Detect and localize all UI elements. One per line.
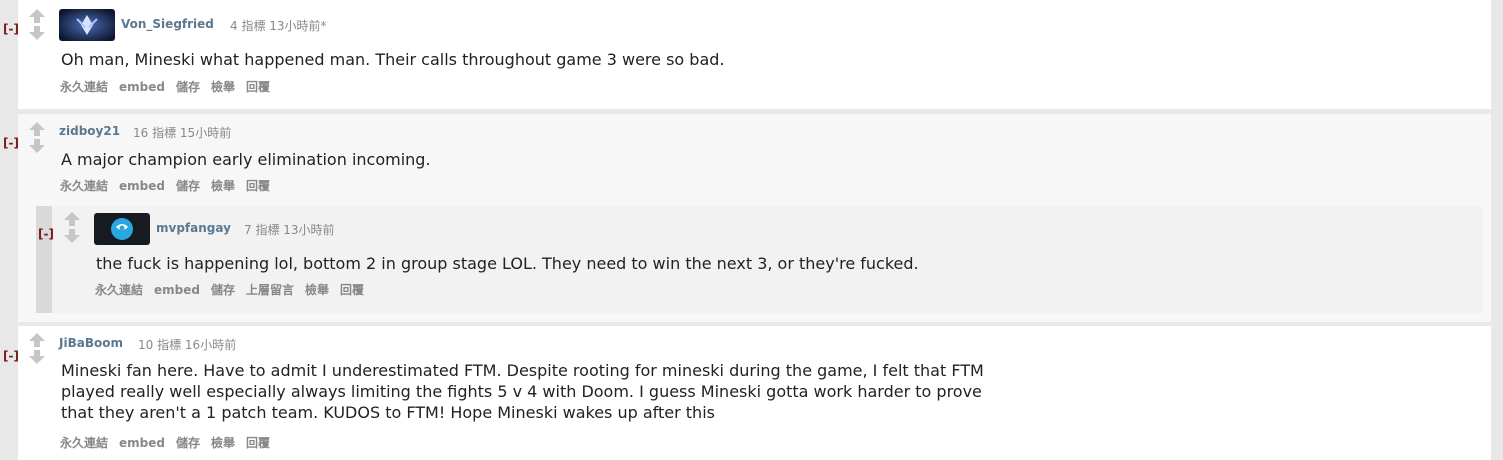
vote-controls <box>27 8 47 41</box>
vote-controls <box>27 121 47 154</box>
comment-body: A major champion early elimination incom… <box>61 150 431 169</box>
comment-body-line: played really well especially always lim… <box>61 382 982 401</box>
comment-author[interactable]: Von_Siegfried <box>121 17 214 31</box>
comment-author[interactable]: mvpfangay <box>156 221 231 235</box>
comment-time: 13小時前 <box>283 223 335 237</box>
comment-time: 16小時前 <box>184 338 237 352</box>
reply-link[interactable]: 回覆 <box>246 80 270 94</box>
comment-body: the fuck is happening lol, bottom 2 in g… <box>96 254 919 273</box>
vote-controls <box>62 211 82 244</box>
upvote-arrow-icon[interactable] <box>62 211 82 227</box>
reply-link[interactable]: 回覆 <box>340 283 364 297</box>
downvote-arrow-icon[interactable] <box>27 138 47 154</box>
comment-points: 16 指標 <box>133 126 177 140</box>
collapse-toggle[interactable]: [-] <box>3 349 19 363</box>
save-link[interactable]: 儲存 <box>211 283 235 297</box>
comment-actions: 永久連結 embed 儲存 檢舉 回覆 <box>60 434 281 451</box>
avatar[interactable] <box>94 213 150 245</box>
comment-body-line: Mineski fan here. Have to admit I undere… <box>61 361 984 380</box>
embed-link[interactable]: embed <box>154 283 200 297</box>
permalink-link[interactable]: 永久連結 <box>60 179 108 193</box>
comment-body-line: that they aren't a 1 patch team. KUDOS t… <box>61 403 715 422</box>
save-link[interactable]: 儲存 <box>176 179 200 193</box>
downvote-arrow-icon[interactable] <box>27 25 47 41</box>
report-link[interactable]: 檢舉 <box>305 283 329 297</box>
report-link[interactable]: 檢舉 <box>211 80 235 94</box>
comment-body: Oh man, Mineski what happened man. Their… <box>61 50 725 69</box>
user-avatar-image <box>94 213 150 245</box>
collapse-toggle[interactable]: [-] <box>3 136 19 150</box>
upvote-arrow-icon[interactable] <box>27 121 47 137</box>
comment: [-] zidboy21 16 指標 15小時前 A major champio… <box>0 114 1503 322</box>
reply-comment: [-] mvpfangay 7 指標 13小時前 the fuck is hap… <box>38 206 1483 313</box>
thread-line[interactable] <box>36 206 52 313</box>
comment-points: 4 指標 <box>230 19 266 33</box>
comment-body: Mineski fan here. Have to admit I undere… <box>61 360 1001 423</box>
vote-controls <box>27 332 47 365</box>
save-link[interactable]: 儲存 <box>176 80 200 94</box>
report-link[interactable]: 檢舉 <box>211 179 235 193</box>
comment-actions: 永久連結 embed 儲存 上層留言 檢舉 回覆 <box>95 281 375 298</box>
parent-link[interactable]: 上層留言 <box>246 283 294 297</box>
comment-points: 7 指標 <box>244 223 280 237</box>
report-link[interactable]: 檢舉 <box>211 436 235 450</box>
comment-meta: 4 指標 13小時前* <box>230 17 327 34</box>
comment-meta: 7 指標 13小時前 <box>244 221 335 238</box>
collapse-toggle[interactable]: [-] <box>3 22 19 36</box>
upvote-arrow-icon[interactable] <box>27 332 47 348</box>
embed-link[interactable]: embed <box>119 80 165 94</box>
collapse-toggle[interactable]: [-] <box>38 227 54 241</box>
comment-points: 10 指標 <box>138 338 182 352</box>
upvote-arrow-icon[interactable] <box>27 8 47 24</box>
permalink-link[interactable]: 永久連結 <box>60 436 108 450</box>
comment-actions: 永久連結 embed 儲存 檢舉 回覆 <box>60 78 281 95</box>
user-avatar-image <box>59 9 115 41</box>
comment-time: 13小時前* <box>269 19 327 33</box>
comment-author[interactable]: zidboy21 <box>59 124 120 138</box>
reply-link[interactable]: 回覆 <box>246 436 270 450</box>
save-link[interactable]: 儲存 <box>176 436 200 450</box>
downvote-arrow-icon[interactable] <box>27 349 47 365</box>
avatar[interactable] <box>59 9 115 41</box>
downvote-arrow-icon[interactable] <box>62 228 82 244</box>
comment-meta: 16 指標 15小時前 <box>133 124 231 141</box>
comment-meta: 10 指標 16小時前 <box>138 336 236 353</box>
permalink-link[interactable]: 永久連結 <box>60 80 108 94</box>
comment-actions: 永久連結 embed 儲存 檢舉 回覆 <box>60 177 281 194</box>
permalink-link[interactable]: 永久連結 <box>95 283 143 297</box>
reply-link[interactable]: 回覆 <box>246 179 270 193</box>
embed-link[interactable]: embed <box>119 179 165 193</box>
comment-time: 15小時前 <box>179 126 232 140</box>
embed-link[interactable]: embed <box>119 436 165 450</box>
comment-author[interactable]: JiBaBoom <box>59 336 123 350</box>
comment: [-] Von_Siegfried 4 指標 13小時前* Oh man, Mi… <box>0 0 1503 109</box>
comment: [-] JiBaBoom 10 指標 16小時前 Mineski fan her… <box>0 326 1503 460</box>
